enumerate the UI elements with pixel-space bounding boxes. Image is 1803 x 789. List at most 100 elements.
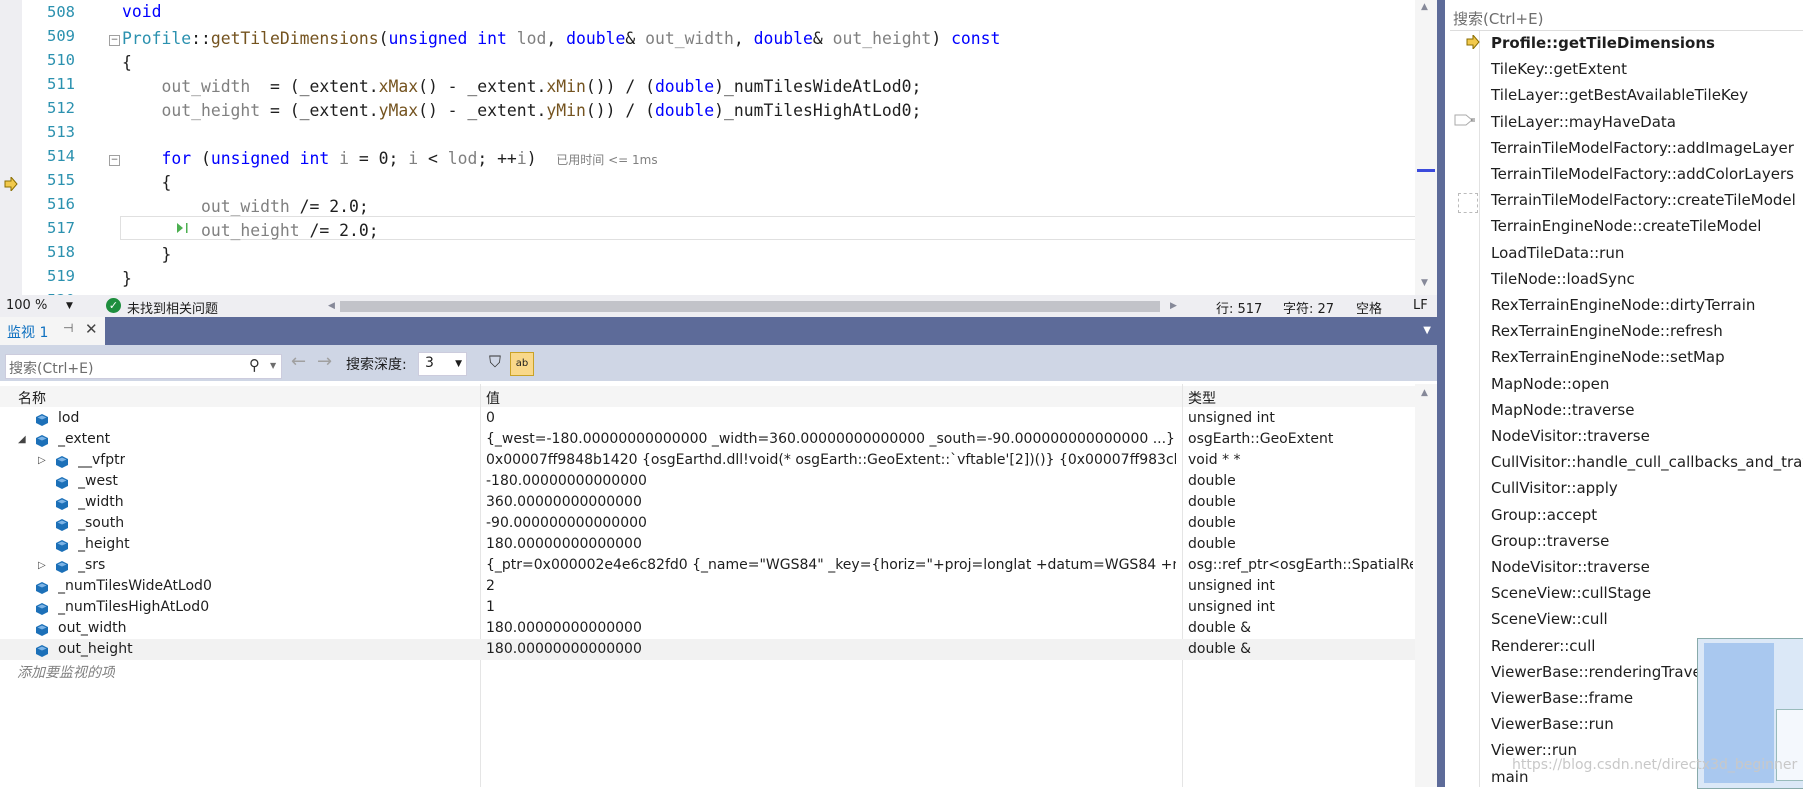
scroll-up-arrow-icon[interactable]: ▲ bbox=[1421, 388, 1428, 398]
tab-watch-1[interactable]: 监视 1 ⊣ ✕ bbox=[0, 317, 105, 345]
call-stack-frame[interactable]: NodeVisitor::traverse bbox=[1491, 427, 1650, 445]
call-stack-frame[interactable]: MapNode::open bbox=[1491, 375, 1609, 393]
forward-arrow-icon[interactable]: → bbox=[317, 351, 332, 372]
call-stack-frame[interactable]: CullVisitor::handle_cull_callbacks_and_t… bbox=[1491, 453, 1803, 471]
watch-row-value[interactable]: 1 bbox=[486, 597, 1176, 618]
collapse-arrow-icon[interactable]: ◢ bbox=[18, 429, 26, 450]
pin-icon[interactable]: ⊣ bbox=[63, 321, 73, 335]
back-arrow-icon[interactable]: ← bbox=[291, 351, 306, 372]
close-icon[interactable]: ✕ bbox=[85, 320, 98, 338]
watch-row-value[interactable]: -90.000000000000000 bbox=[486, 513, 1176, 534]
column-header-name-label: 名称 bbox=[18, 391, 46, 407]
watch-row[interactable]: ▷ __vfptr 0x00007ff9848b1420 {osgEarthd.dl… bbox=[0, 450, 1415, 471]
call-stack-frame[interactable]: Profile::getTileDimensions bbox=[1491, 34, 1715, 52]
watch-row-value[interactable]: 180.00000000000000 bbox=[486, 618, 1176, 639]
watch-row-value[interactable]: 2 bbox=[486, 576, 1176, 597]
watch-row[interactable]: _height 180.00000000000000 double bbox=[0, 534, 1415, 555]
call-stack-frame[interactable]: RexTerrainEngineNode::refresh bbox=[1491, 322, 1723, 340]
call-stack-frame[interactable]: CullVisitor::apply bbox=[1491, 479, 1618, 497]
column-header-name[interactable]: 名称 bbox=[0, 386, 480, 407]
watch-row-value[interactable]: {_ptr=0x000002e4e6c82fd0 {_name="WGS84" … bbox=[486, 555, 1176, 576]
fold-toggle-icon[interactable]: − bbox=[109, 155, 120, 166]
char-indicator[interactable]: 字符: 27 bbox=[1283, 298, 1334, 317]
call-stack-frame[interactable]: Renderer::cull bbox=[1491, 637, 1595, 655]
call-stack-frame[interactable]: TileLayer::mayHaveData bbox=[1491, 113, 1676, 131]
filter-icon[interactable]: ⛉ bbox=[484, 352, 506, 374]
add-watch-item-row[interactable]: 添加要监视的项 bbox=[0, 663, 1415, 684]
call-stack-frame[interactable]: TerrainEngineNode::createTileModel bbox=[1491, 217, 1761, 235]
call-stack-frame[interactable]: TileLayer::getBestAvailableTileKey bbox=[1491, 86, 1748, 104]
code-line-518: } bbox=[122, 245, 172, 264]
watch-row[interactable]: ▷ _srs {_ptr=0x000002e4e6c82fd0 {_name="WG… bbox=[0, 555, 1415, 576]
call-stack-search-placeholder: 搜索(Ctrl+E) bbox=[1453, 10, 1544, 28]
watch-row-type: double bbox=[1188, 515, 1236, 531]
code-editor[interactable]: 508509510511512513514515516517518519520 … bbox=[0, 0, 1437, 295]
watch-search-placeholder: 搜索(Ctrl+E) bbox=[9, 361, 94, 377]
call-stack-frame[interactable]: SceneView::cullStage bbox=[1491, 584, 1651, 602]
scroll-right-arrow-icon[interactable]: ▶ bbox=[1170, 301, 1177, 311]
search-depth-select[interactable]: 3 ▼ bbox=[418, 352, 467, 376]
call-stack-frame[interactable]: RexTerrainEngineNode::setMap bbox=[1491, 348, 1725, 366]
expand-arrow-icon[interactable]: ▷ bbox=[38, 555, 46, 576]
fold-toggle-icon[interactable]: − bbox=[109, 35, 120, 46]
breakpoint-gutter[interactable] bbox=[0, 0, 22, 295]
external-code-icon bbox=[1458, 193, 1478, 213]
watch-row-name: _numTilesHighAtLod0 bbox=[58, 599, 210, 615]
editor-horizontal-scrollbar[interactable] bbox=[340, 301, 1160, 312]
call-stack-frame[interactable]: Group::accept bbox=[1491, 506, 1597, 524]
call-stack-frame[interactable]: ViewerBase::frame bbox=[1491, 689, 1633, 707]
watch-row-value[interactable]: 180.00000000000000 bbox=[486, 534, 1176, 555]
zoom-level-select[interactable]: 100 % bbox=[6, 298, 47, 313]
watch-row-value[interactable]: 360.00000000000000 bbox=[486, 492, 1176, 513]
chevron-down-icon[interactable]: ▼ bbox=[270, 361, 276, 370]
watch-row[interactable]: _south -90.000000000000000 double bbox=[0, 513, 1415, 534]
issues-status[interactable]: 未找到相关问题 bbox=[127, 298, 218, 317]
call-stack-frame[interactable]: TerrainTileModelFactory::addColorLayers bbox=[1491, 165, 1794, 183]
call-stack-frame[interactable]: MapNode::traverse bbox=[1491, 401, 1634, 419]
watch-row-value[interactable]: {_west=-180.00000000000000 _width=360.00… bbox=[486, 429, 1176, 450]
watch-row-value[interactable]: -180.00000000000000 bbox=[486, 471, 1176, 492]
watch-row[interactable]: _width 360.00000000000000 double bbox=[0, 492, 1415, 513]
call-stack-frame[interactable]: TerrainTileModelFactory::createTileModel bbox=[1491, 191, 1796, 209]
call-stack-frame[interactable]: RexTerrainEngineNode::dirtyTerrain bbox=[1491, 296, 1755, 314]
watch-row[interactable]: _west -180.00000000000000 double bbox=[0, 471, 1415, 492]
line-indicator[interactable]: 行: 517 bbox=[1216, 298, 1262, 317]
panel-splitter[interactable] bbox=[1437, 0, 1445, 787]
scroll-left-arrow-icon[interactable]: ◀ bbox=[328, 301, 335, 311]
watch-search-input[interactable]: 搜索(Ctrl+E) ⚲ ▼ bbox=[5, 354, 282, 379]
watch-row-name: out_height bbox=[58, 641, 133, 657]
watch-row-value[interactable]: 180.00000000000000 bbox=[486, 639, 1176, 660]
hex-display-icon[interactable]: ab bbox=[510, 352, 534, 376]
call-stack-frame[interactable]: Group::traverse bbox=[1491, 532, 1609, 550]
watch-row[interactable]: out_height 180.00000000000000 double & bbox=[0, 639, 1415, 660]
call-stack-frame[interactable]: TileNode::loadSync bbox=[1491, 270, 1635, 288]
eol-indicator[interactable]: LF bbox=[1413, 298, 1428, 313]
column-header-value[interactable]: 值 bbox=[480, 386, 1182, 407]
watch-row-value[interactable]: 0 bbox=[486, 408, 1176, 429]
call-stack-frame[interactable]: TileKey::getExtent bbox=[1491, 60, 1627, 78]
watch-row-name: _numTilesWideAtLod0 bbox=[58, 578, 212, 594]
call-stack-frame[interactable]: SceneView::cull bbox=[1491, 610, 1608, 628]
scroll-down-arrow-icon[interactable]: ▼ bbox=[1421, 278, 1428, 288]
call-stack-frame[interactable]: TerrainTileModelFactory::addImageLayer bbox=[1491, 139, 1794, 157]
watch-row[interactable]: ◢ _extent {_west=-180.00000000000000 _widt… bbox=[0, 429, 1415, 450]
whitespace-indicator[interactable]: 空格 bbox=[1356, 298, 1382, 317]
watch-vertical-scrollbar[interactable]: ▲ bbox=[1415, 384, 1437, 787]
call-stack-frame[interactable]: ViewerBase::run bbox=[1491, 715, 1614, 733]
call-stack-frame[interactable]: NodeVisitor::traverse bbox=[1491, 558, 1650, 576]
expand-arrow-icon[interactable]: ▷ bbox=[38, 450, 46, 471]
chevron-down-icon[interactable]: ▼ bbox=[66, 301, 73, 311]
call-stack-search-input[interactable]: 搜索(Ctrl+E) bbox=[1450, 4, 1803, 31]
watch-row-type: void * * bbox=[1188, 452, 1241, 468]
panel-menu-chevron-icon[interactable]: ▼ bbox=[1423, 325, 1431, 336]
scroll-up-arrow-icon[interactable]: ▲ bbox=[1421, 2, 1428, 12]
watch-row-value[interactable]: 0x00007ff9848b1420 {osgEarthd.dll!void(*… bbox=[486, 450, 1176, 471]
watch-row[interactable]: _numTilesWideAtLod0 2 unsigned int bbox=[0, 576, 1415, 597]
call-stack-frame[interactable]: LoadTileData::run bbox=[1491, 244, 1624, 262]
watch-row[interactable]: _numTilesHighAtLod0 1 unsigned int bbox=[0, 597, 1415, 618]
watch-row[interactable]: out_width 180.00000000000000 double & bbox=[0, 618, 1415, 639]
search-icon[interactable]: ⚲ bbox=[249, 356, 260, 374]
editor-vertical-scrollbar[interactable]: ▲ ▼ bbox=[1415, 0, 1437, 295]
watch-row[interactable]: lod 0 unsigned int bbox=[0, 408, 1415, 429]
column-header-type[interactable]: 类型 bbox=[1182, 386, 1415, 407]
